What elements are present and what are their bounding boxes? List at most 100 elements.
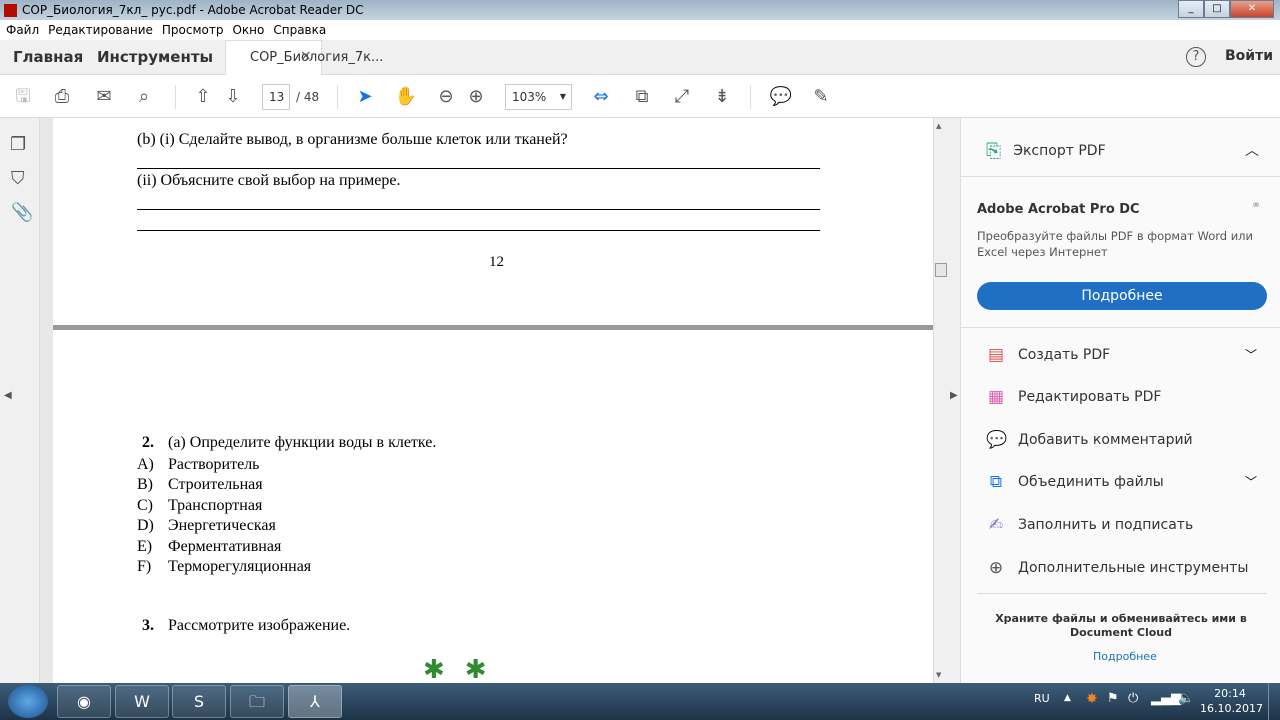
create-pdf-icon: ▤ bbox=[987, 345, 1005, 365]
more-tools-icon: ⊕ bbox=[988, 558, 1004, 578]
tab-home[interactable]: Главная bbox=[13, 48, 83, 66]
fit-page-icon[interactable]: ⧉ bbox=[630, 85, 654, 109]
tray-expand-icon[interactable]: ▲ bbox=[1064, 693, 1071, 703]
attachment-icon[interactable]: 📎 bbox=[11, 202, 33, 223]
promo-text: Преобразуйте файлы PDF в формат Word или… bbox=[977, 229, 1254, 259]
acrobat-taskbar-icon[interactable]: ⅄ bbox=[288, 685, 342, 718]
chevron-down-icon[interactable]: ﹀ bbox=[1245, 473, 1257, 490]
page-number-input[interactable]: 13 bbox=[262, 84, 290, 110]
word-taskbar-icon[interactable]: W bbox=[115, 685, 169, 718]
answer-options: A) Растворитель B) Строительная C) Транспор… bbox=[137, 455, 311, 577]
tool-edit-pdf[interactable]: ▦ Редактировать PDF bbox=[986, 387, 1161, 407]
combine-files-icon: ⧉ bbox=[989, 472, 1003, 492]
chevron-down-icon[interactable]: ﹀ bbox=[1245, 346, 1257, 363]
cloud-promo-text: Храните файлы и обменивайтесь ими в Docu… bbox=[995, 612, 1247, 639]
promo-title: Adobe Acrobat Pro DC bbox=[977, 202, 1140, 217]
cloud-icon: ⚭ bbox=[1251, 198, 1262, 212]
title-bar: СОР_Биология_7кл_ рус.pdf - Adobe Acroba… bbox=[0, 0, 1280, 20]
taskbar: ◉ W S 🗀 ⅄ RU ▲ ✸ ⚑ ⏻ ▂▄▆ 🔈 20:14 16.10.20… bbox=[0, 683, 1280, 720]
bookmark-icon[interactable]: ⛉ bbox=[11, 168, 25, 189]
tool-create-pdf[interactable]: ▤ Создать PDF bbox=[986, 345, 1110, 365]
power-icon[interactable]: ⏻ bbox=[1128, 691, 1138, 706]
menu-file[interactable]: Файл bbox=[6, 23, 39, 37]
avast-icon[interactable]: ✸ bbox=[1086, 691, 1098, 707]
export-pdf-header[interactable]: ⎘ Экспорт PDF bbox=[986, 140, 1106, 162]
start-button[interactable] bbox=[8, 685, 48, 718]
right-pane-toggle[interactable]: ▶ bbox=[948, 118, 960, 683]
zoom-value: 103% bbox=[512, 90, 547, 104]
edit-pdf-icon: ▦ bbox=[987, 387, 1005, 407]
tool-more[interactable]: ⊕ Дополнительные инструменты bbox=[986, 558, 1249, 578]
next-page-icon[interactable]: ⇩ bbox=[221, 85, 245, 109]
tool-combine[interactable]: ⧉ Объединить файлы bbox=[986, 472, 1164, 492]
option: D) Энергетическая bbox=[137, 517, 276, 535]
question-b-i: (b) (i) Сделайте вывод, в организме боль… bbox=[137, 131, 568, 148]
tool-comment[interactable]: 💬 Добавить комментарий bbox=[986, 430, 1193, 450]
question-2-text: (а) Определите функции воды в клетке. bbox=[168, 434, 437, 451]
tool-fill-sign[interactable]: ✍ Заполнить и подписать bbox=[986, 515, 1193, 535]
menu-view[interactable]: Просмотр bbox=[162, 23, 224, 37]
fill-sign-icon: ✍ bbox=[988, 515, 1004, 535]
zoom-select[interactable]: 103% ▼ bbox=[505, 84, 572, 110]
maximize-button[interactable]: □ bbox=[1204, 0, 1230, 18]
action-center-flag-icon[interactable]: ⚑ bbox=[1107, 691, 1119, 706]
collapse-chevron-icon[interactable]: ︿ bbox=[1245, 140, 1259, 160]
clock[interactable]: 20:14 16.10.2017 bbox=[1200, 686, 1263, 716]
fullscreen-icon[interactable]: ⤢ bbox=[670, 85, 694, 109]
help-icon[interactable]: ? bbox=[1186, 47, 1206, 67]
minimize-button[interactable]: _ bbox=[1178, 0, 1204, 18]
skype-taskbar-icon[interactable]: S bbox=[172, 685, 226, 718]
tools-pane: ⎘ Экспорт PDF ︿ Adobe Acrobat Pro DC ⚭ Пр… bbox=[960, 118, 1280, 683]
chrome-taskbar-icon[interactable]: ◉ bbox=[57, 685, 111, 718]
toolbar: 🖫 ⎙ ✉ ⌕ ⇧ ⇩ 13 / 48 ➤ ✋ ⊖ ⊕ 103% ▼ ⇔ ⧉ ⤢ … bbox=[0, 75, 1280, 118]
pdf-page-12: (b) (i) Сделайте вывод, в организме боль… bbox=[53, 118, 933, 325]
menu-bar: Файл Редактирование Просмотр Окно Справк… bbox=[0, 20, 1280, 40]
search-icon[interactable]: ⌕ bbox=[132, 85, 156, 109]
question-b-ii: (ii) Объясните свой выбор на примере. bbox=[137, 172, 401, 189]
pdf-page-13: 2. (а) Определите функции воды в клетке.… bbox=[53, 330, 933, 683]
scroll-mode-icon[interactable]: ⇟ bbox=[710, 85, 734, 109]
zoom-in-icon[interactable]: ⊕ bbox=[464, 85, 488, 109]
expand-left-icon[interactable]: ◀ bbox=[4, 390, 12, 401]
comment-icon: 💬 bbox=[986, 430, 1008, 450]
sign-in-button[interactable]: Войти bbox=[1225, 48, 1273, 64]
question-2-number: 2. bbox=[142, 434, 154, 451]
hand-tool-icon[interactable]: ✋ bbox=[394, 85, 418, 109]
zoom-out-icon[interactable]: ⊖ bbox=[434, 85, 458, 109]
fit-width-icon[interactable]: ⇔ bbox=[589, 85, 613, 109]
previous-page-icon[interactable]: ⇧ bbox=[191, 85, 215, 109]
page-number: 12 bbox=[489, 254, 504, 270]
explorer-taskbar-icon[interactable]: 🗀 bbox=[230, 685, 284, 718]
close-button[interactable]: ✕ bbox=[1230, 0, 1274, 18]
menu-edit[interactable]: Редактирование bbox=[48, 23, 153, 37]
sign-pen-icon[interactable]: ✎ bbox=[809, 85, 833, 109]
left-navigation: ❐ ⛉ 📎 ◀ bbox=[0, 118, 40, 683]
email-icon[interactable]: ✉ bbox=[92, 85, 116, 109]
menu-help[interactable]: Справка bbox=[273, 23, 326, 37]
acrobat-logo-icon bbox=[4, 3, 17, 17]
question-3-text: Рассмотрите изображение. bbox=[168, 617, 351, 634]
tab-tools[interactable]: Инструменты bbox=[97, 48, 213, 66]
network-icon[interactable]: ▂▄▆ bbox=[1151, 691, 1181, 706]
show-desktop-button[interactable] bbox=[1268, 683, 1280, 720]
option: C) Транспортная bbox=[137, 496, 263, 514]
expand-right-icon[interactable]: ▶ bbox=[950, 390, 958, 401]
vertical-scrollbar[interactable]: ▲ ▼ bbox=[933, 118, 948, 683]
language-indicator[interactable]: RU bbox=[1034, 692, 1050, 705]
select-cursor-icon[interactable]: ➤ bbox=[353, 85, 377, 109]
print-icon[interactable]: ⎙ bbox=[50, 85, 74, 109]
plant-image: ✱✱ bbox=[423, 655, 507, 683]
close-tab-button[interactable]: × bbox=[300, 48, 312, 64]
tab-bar: Главная Инструменты СОР_Биология_7к... ×… bbox=[0, 40, 1280, 75]
page-total: / 48 bbox=[296, 90, 320, 104]
menu-window[interactable]: Окно bbox=[232, 23, 264, 37]
page-thumbnails-icon[interactable]: ❐ bbox=[10, 134, 26, 155]
option: E) Ферментативная bbox=[137, 537, 282, 555]
learn-more-button[interactable]: Подробнее bbox=[977, 282, 1267, 310]
volume-icon[interactable]: 🔈 bbox=[1178, 691, 1194, 706]
save-icon[interactable]: 🖫 bbox=[11, 85, 35, 109]
cloud-learn-more-link[interactable]: Подробнее bbox=[1093, 650, 1157, 663]
export-pdf-icon: ⎘ bbox=[986, 140, 1002, 162]
scrollbar-thumb[interactable] bbox=[935, 263, 947, 277]
comment-icon[interactable]: 💬 bbox=[769, 85, 793, 109]
